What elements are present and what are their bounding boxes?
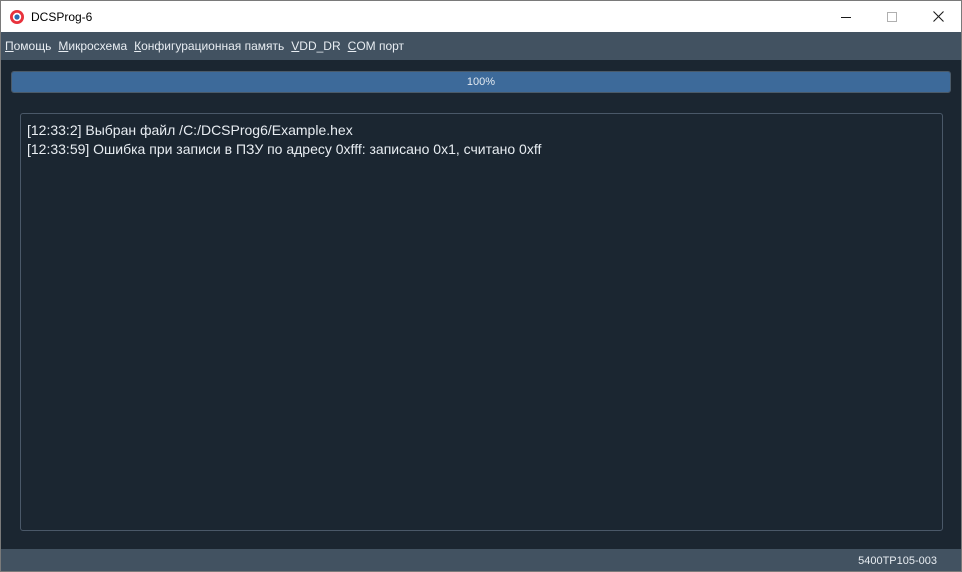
log-output[interactable]: [12:33:2] Выбран файл /C:/DCSProg6/Examp… (20, 113, 943, 531)
minimize-icon (841, 16, 851, 18)
app-window: DCSProg-6 Помощь Микросхема Конфигурацио… (0, 0, 962, 572)
menu-help[interactable]: Помощь (5, 39, 51, 53)
minimize-button[interactable] (823, 1, 869, 32)
status-bar: 5400ТР105-003 (1, 549, 961, 571)
menu-config-memory[interactable]: Конфигурационная память (134, 39, 284, 53)
window-controls (823, 1, 961, 32)
close-button[interactable] (915, 1, 961, 32)
title-bar[interactable]: DCSProg-6 (1, 1, 961, 32)
progress-label: 100% (466, 76, 496, 88)
window-title: DCSProg-6 (31, 9, 93, 24)
menu-bar: Помощь Микросхема Конфигурационная памят… (1, 32, 961, 60)
maximize-button[interactable] (869, 1, 915, 32)
log-line: [12:33:2] Выбран файл /C:/DCSProg6/Examp… (27, 122, 353, 138)
menu-chip[interactable]: Микросхема (58, 39, 127, 53)
log-line: [12:33:59] Ошибка при записи в ПЗУ по ад… (27, 141, 542, 157)
menu-vdd-dr[interactable]: VDD_DR (291, 39, 340, 53)
app-logo-icon (9, 9, 25, 25)
menu-com-port[interactable]: COM порт (348, 39, 404, 53)
close-icon (932, 11, 944, 22)
progress-bar: 100% (11, 71, 951, 93)
maximize-icon (887, 11, 897, 22)
status-chip-name: 5400ТР105-003 (858, 555, 937, 567)
